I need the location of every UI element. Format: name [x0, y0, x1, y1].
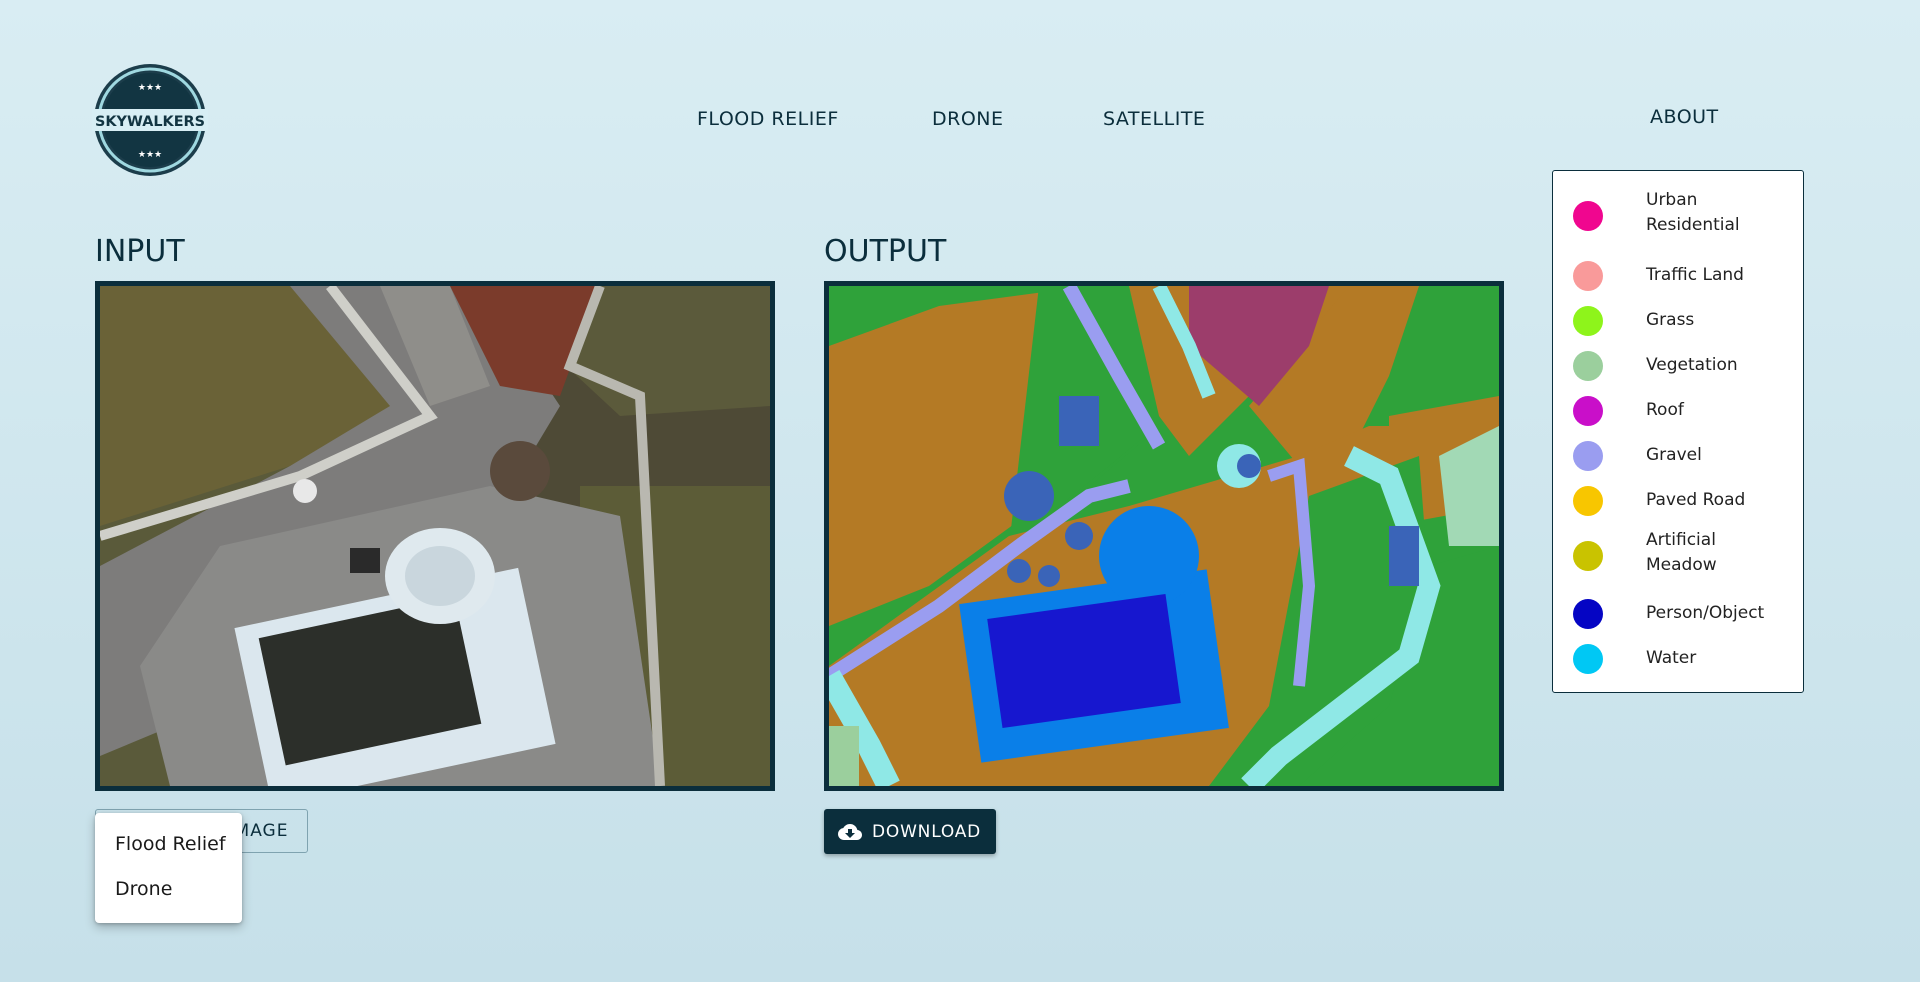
- nav-about[interactable]: ABOUT: [1650, 106, 1719, 128]
- nav-flood-relief[interactable]: FLOOD RELIEF: [697, 108, 839, 130]
- legend-swatch: [1573, 599, 1603, 629]
- cloud-download-icon: [838, 823, 862, 840]
- legend-label: Traffic Land: [1646, 265, 1744, 285]
- legend-item-paved-road: Paved Road: [1573, 486, 1745, 516]
- nav-drone[interactable]: DRONE: [932, 108, 1004, 130]
- logo-text: SKYWALKERS: [95, 114, 205, 130]
- legend-label: Water: [1646, 648, 1697, 668]
- menu-item-drone[interactable]: Drone: [115, 878, 172, 900]
- legend-label: Urban Residential: [1646, 190, 1740, 235]
- class-legend: Urban Residential Traffic Land Grass Veg…: [1552, 170, 1804, 693]
- legend-item-water: Water: [1573, 644, 1696, 674]
- legend-label: Person/Object: [1646, 603, 1765, 623]
- svg-text:★★★: ★★★: [138, 83, 162, 93]
- legend-item-roof: Roof: [1573, 396, 1684, 426]
- legend-swatch: [1573, 351, 1603, 381]
- legend-label: Roof: [1646, 400, 1684, 420]
- logo-icon: ★★★ ★★★ SKYWALKERS: [92, 64, 208, 176]
- legend-item-urban-residential: Urban Residential: [1573, 190, 1740, 235]
- legend-swatch: [1573, 261, 1603, 291]
- legend-swatch: [1573, 441, 1603, 471]
- download-label: DOWNLOAD: [872, 821, 982, 842]
- input-image: [95, 281, 775, 791]
- legend-swatch: [1573, 486, 1603, 516]
- legend-item-traffic-land: Traffic Land: [1573, 261, 1744, 291]
- dataset-dropdown-menu: Flood Relief Drone: [95, 813, 242, 923]
- legend-label: Gravel: [1646, 445, 1702, 465]
- legend-item-gravel: Gravel: [1573, 441, 1702, 471]
- download-button[interactable]: DOWNLOAD: [824, 809, 996, 854]
- legend-label: Grass: [1646, 310, 1695, 330]
- legend-label: Artificial Meadow: [1646, 530, 1717, 575]
- legend-label: Paved Road: [1646, 490, 1746, 510]
- legend-item-vegetation: Vegetation: [1573, 351, 1738, 381]
- legend-swatch: [1573, 644, 1603, 674]
- legend-item-person-object: Person/Object: [1573, 599, 1764, 629]
- legend-label: Vegetation: [1646, 355, 1738, 375]
- skywalkers-logo[interactable]: ★★★ ★★★ SKYWALKERS: [92, 62, 208, 178]
- legend-item-grass: Grass: [1573, 306, 1694, 336]
- upload-image-label: MAGE: [234, 821, 289, 841]
- legend-swatch: [1573, 306, 1603, 336]
- input-title: INPUT: [95, 234, 185, 269]
- legend-swatch: [1573, 201, 1603, 231]
- nav-satellite[interactable]: SATELLITE: [1103, 108, 1205, 130]
- output-title: OUTPUT: [824, 234, 947, 269]
- svg-text:★★★: ★★★: [138, 150, 162, 160]
- legend-swatch: [1573, 396, 1603, 426]
- menu-item-flood-relief[interactable]: Flood Relief: [115, 833, 226, 855]
- legend-swatch: [1573, 541, 1603, 571]
- output-segmentation-image: [824, 281, 1504, 791]
- legend-item-artificial-meadow: Artificial Meadow: [1573, 530, 1717, 575]
